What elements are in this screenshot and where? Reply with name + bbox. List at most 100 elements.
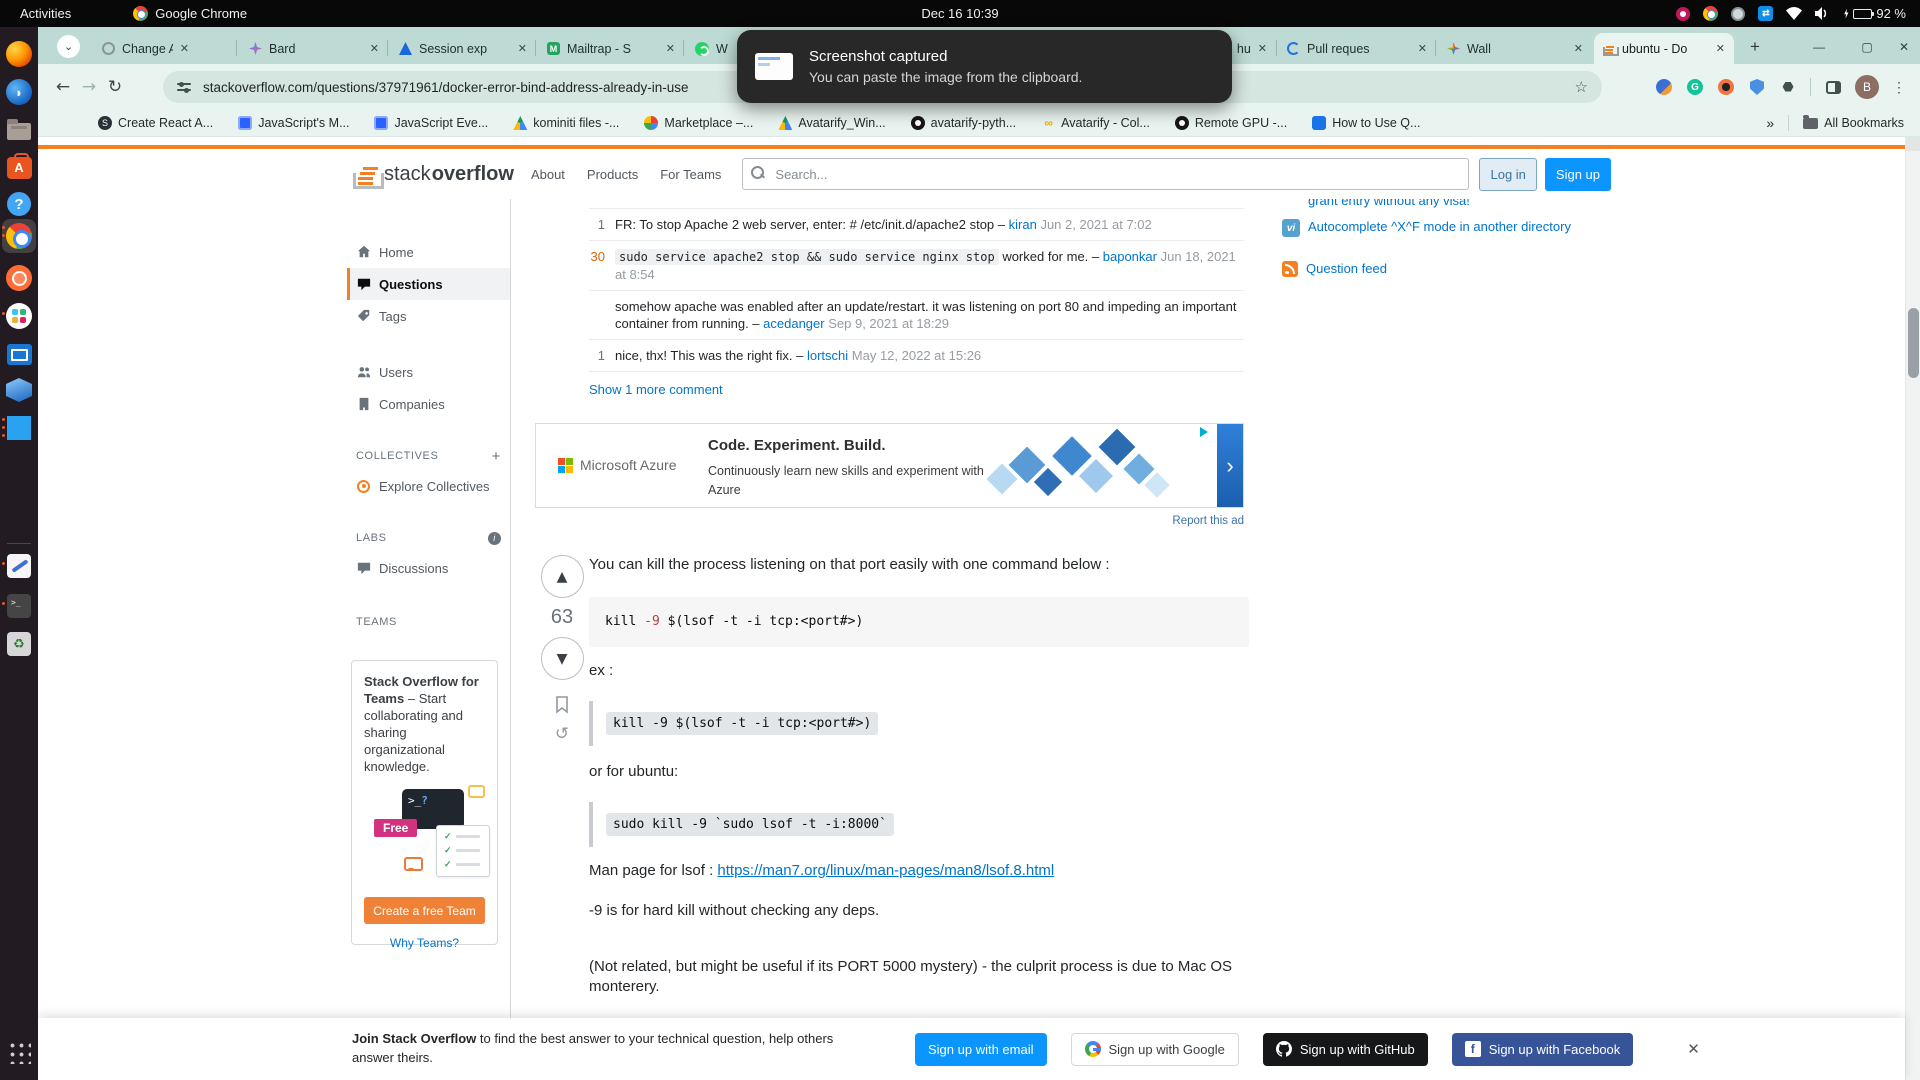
banner-close-icon[interactable]: ✕ — [1687, 1040, 1700, 1058]
tab-search-button[interactable]: ⌄ — [57, 35, 80, 58]
downvote-button[interactable]: ▼ — [541, 637, 584, 680]
report-ad-link[interactable]: Report this ad — [535, 515, 1244, 527]
question-feed-link[interactable]: Question feed — [1306, 261, 1387, 277]
bookmark-item[interactable]: Marketplace –... — [644, 116, 753, 130]
comment-author-link[interactable]: kiran — [1009, 217, 1037, 232]
bookmark-item[interactable]: Avatarify_Win... — [778, 116, 885, 130]
clock[interactable]: Dec 16 10:39 — [0, 6, 1920, 21]
bookmark-item[interactable]: avatarify-pyth... — [911, 116, 1016, 130]
extension-icon[interactable] — [1717, 78, 1735, 96]
page-scrollbar[interactable] — [1905, 137, 1920, 1080]
man-page-link[interactable]: https://man7.org/linux/man-pages/man8/ls… — [717, 862, 1054, 879]
ad-next-arrow[interactable]: › — [1217, 424, 1243, 507]
grammarly-extension-icon[interactable]: G — [1686, 78, 1704, 96]
back-button[interactable]: ← — [50, 74, 76, 100]
bookmark-item[interactable]: JavaScript's M... — [238, 116, 349, 130]
tray-shutter-icon[interactable] — [1731, 7, 1745, 21]
tab-wall[interactable]: Wall ✕ — [1438, 33, 1592, 64]
signup-github-button[interactable]: Sign up with GitHub — [1263, 1033, 1428, 1066]
site-settings-icon[interactable] — [177, 80, 191, 94]
dock-postman-icon[interactable] — [5, 264, 33, 292]
nav-about[interactable]: About — [520, 160, 576, 189]
tab-close-icon[interactable]: ✕ — [1574, 42, 1583, 55]
nav-products[interactable]: Products — [576, 160, 649, 189]
dock-firefox-icon[interactable] — [5, 40, 33, 68]
sidebar-item-tags[interactable]: Tags — [347, 300, 510, 332]
so-logo[interactable]: stack overflow — [347, 159, 520, 189]
reload-button[interactable]: ↻ — [102, 74, 128, 100]
history-icon[interactable]: ↺ — [555, 724, 569, 744]
tab-close-icon[interactable]: ✕ — [518, 42, 527, 55]
dock-monitor-app-icon[interactable] — [5, 339, 33, 367]
signup-facebook-button[interactable]: f Sign up with Facebook — [1452, 1033, 1634, 1066]
battery-indicator[interactable]: 92 % — [1843, 6, 1906, 21]
ad-banner[interactable]: Microsoft Azure Code. Experiment. Build.… — [535, 423, 1244, 508]
window-close-button[interactable]: ✕ — [1893, 36, 1915, 58]
comment-author-link[interactable]: baponkar — [1103, 249, 1157, 264]
comment-author-link[interactable]: acedanger — [763, 316, 824, 331]
new-tab-button[interactable]: + — [1743, 35, 1767, 59]
dock-files-icon[interactable] — [5, 115, 33, 143]
tab-close-icon[interactable]: ✕ — [1716, 42, 1725, 55]
bookmark-item[interactable]: How to Use Q... — [1312, 116, 1420, 130]
tab-mailtrap[interactable]: M Mailtrap - S ✕ — [538, 33, 684, 64]
search-input[interactable] — [742, 158, 1469, 190]
bookmark-star-icon[interactable]: ☆ — [1575, 78, 1588, 96]
tab-close-icon[interactable]: ✕ — [370, 42, 379, 55]
bookmark-item[interactable]: JavaScript Eve... — [374, 116, 488, 130]
all-bookmarks-button[interactable]: All Bookmarks — [1803, 116, 1904, 130]
related-question-link[interactable]: Autocomplete ^X^F mode in another direct… — [1308, 219, 1571, 235]
bookmark-icon[interactable] — [555, 696, 569, 714]
sidebar-item-discussions[interactable]: Discussions — [347, 552, 510, 584]
screenshot-notification[interactable]: Screenshot captured You can paste the im… — [737, 30, 1232, 103]
dock-help-icon[interactable]: ? — [5, 190, 33, 218]
shield-extension-icon[interactable] — [1748, 78, 1766, 96]
comment-author-link[interactable]: lortschi — [807, 348, 848, 363]
bookmark-item[interactable]: SCreate React A... — [98, 116, 213, 130]
forward-button[interactable]: → — [76, 74, 102, 100]
tab-change-ant[interactable]: Change Ant ✕ — [93, 33, 198, 64]
sidebar-item-questions[interactable]: Questions — [347, 268, 510, 300]
question-feed-item[interactable]: Question feed — [1282, 261, 1387, 277]
tab-close-icon[interactable]: ✕ — [1258, 42, 1267, 55]
browser-menu-icon[interactable]: ⋮ — [1892, 79, 1906, 96]
activities-button[interactable]: Activities — [20, 6, 71, 21]
tab-close-icon[interactable]: ✕ — [1418, 42, 1427, 55]
window-maximize-button[interactable]: ▢ — [1856, 36, 1878, 58]
sidebar-item-explore-collectives[interactable]: Explore Collectives — [347, 470, 510, 502]
tray-teamviewer-icon[interactable]: ⇄ — [1758, 6, 1773, 21]
tab-close-icon[interactable]: ✕ — [180, 42, 189, 55]
dock-blue-hex-app-icon[interactable] — [5, 376, 33, 404]
extensions-puzzle-icon[interactable]: ⬣ — [1779, 78, 1797, 96]
scrollbar-thumb[interactable] — [1908, 308, 1919, 378]
info-icon[interactable]: i — [488, 532, 501, 545]
bookmark-item[interactable]: kominiti files -... — [513, 116, 619, 130]
profile-avatar[interactable]: B — [1855, 75, 1879, 99]
related-question-item[interactable]: vi Autocomplete ^X^F mode in another dir… — [1282, 219, 1571, 237]
show-more-comments-link[interactable]: Show 1 more comment — [589, 382, 1244, 397]
dock-text-editor-icon[interactable] — [5, 552, 33, 580]
add-collective-icon[interactable]: + — [492, 448, 501, 465]
nav-for-teams[interactable]: For Teams — [649, 160, 732, 189]
bookmark-item[interactable]: ∞Avatarify - Col... — [1041, 116, 1150, 130]
wifi-icon[interactable] — [1786, 7, 1802, 20]
dock-ubuntu-software-icon[interactable]: A — [5, 152, 33, 180]
tab-session[interactable]: Session exp ✕ — [390, 33, 536, 64]
dock-slack-icon[interactable] — [5, 302, 33, 330]
adchoices-icon[interactable] — [1200, 427, 1213, 437]
create-team-button[interactable]: Create a free Team — [364, 897, 485, 924]
tray-flower-icon[interactable] — [1676, 7, 1690, 21]
tab-bard[interactable]: Bard ✕ — [240, 33, 388, 64]
signup-button[interactable]: Sign up — [1545, 158, 1611, 191]
signup-google-button[interactable]: Sign up with Google — [1071, 1033, 1239, 1066]
login-button[interactable]: Log in — [1479, 158, 1536, 191]
tab-close-icon[interactable]: ✕ — [666, 42, 675, 55]
tray-chrome-icon[interactable] — [1703, 6, 1718, 21]
scrollbar-top[interactable] — [1906, 137, 1920, 151]
sidebar-item-companies[interactable]: Companies — [347, 388, 510, 420]
upvote-button[interactable]: ▲ — [541, 555, 584, 598]
extension-icon[interactable] — [1655, 78, 1673, 96]
bookmarks-overflow-icon[interactable]: » — [1766, 115, 1774, 131]
dock-app-grid-icon[interactable] — [5, 1038, 33, 1066]
dock-trash-icon[interactable]: ♻ — [5, 630, 33, 658]
